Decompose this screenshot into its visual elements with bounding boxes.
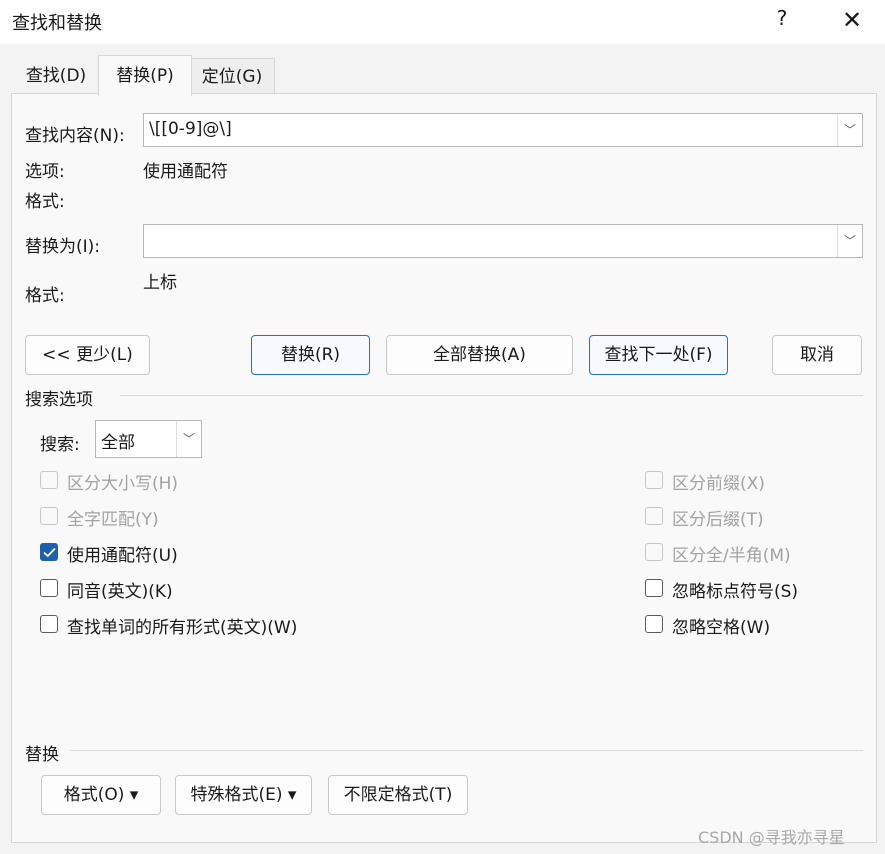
less-button[interactable]: << 更少(L) <box>25 335 150 375</box>
replace-button[interactable]: 替换(R) <box>251 335 370 375</box>
checkbox-box[interactable] <box>645 471 663 489</box>
search-direction-label: 搜索: <box>40 435 80 455</box>
find-next-button[interactable]: 查找下一处(F) <box>589 335 728 375</box>
replace-with-label: 替换为(I): <box>25 237 101 257</box>
chevron-down-icon[interactable]: ﹀ <box>837 225 862 257</box>
all-word-forms-label: 查找单词的所有形式(英文)(W) <box>67 618 298 638</box>
chevron-down-icon[interactable]: ﹀ <box>837 114 862 146</box>
match-case-label: 区分大小写(H) <box>67 474 179 494</box>
tab-replace[interactable]: 替换(P) <box>98 55 192 96</box>
help-button[interactable]: ? <box>770 6 794 34</box>
find-format-label: 格式: <box>25 192 65 212</box>
replace-panel: 查找内容(N): \[[0-9]@\] ﹀ 选项: 使用通配符 格式: 替换为(… <box>11 93 877 843</box>
title-bar: 查找和替换 ? ✕ <box>0 0 885 44</box>
find-what-label: 查找内容(N): <box>25 126 125 146</box>
use-wildcards-label: 使用通配符(U) <box>67 546 178 566</box>
match-suffix-label: 区分后缀(T) <box>672 510 764 530</box>
sounds-like-label: 同音(英文)(K) <box>67 582 173 602</box>
match-width-label: 区分全/半角(M) <box>672 546 791 566</box>
watermark: CSDN @寻我亦寻星 <box>698 828 845 847</box>
checkmark-icon <box>43 547 56 558</box>
checkbox-box[interactable] <box>645 507 663 525</box>
replace-all-button[interactable]: 全部替换(A) <box>386 335 573 375</box>
format-dropdown-button[interactable]: 格式(O) ▾ <box>41 775 161 815</box>
chevron-down-icon[interactable]: ﹀ <box>176 421 201 457</box>
close-button[interactable]: ✕ <box>838 6 866 34</box>
find-replace-dialog: 查找和替换 ? ✕ 查找(D) 替换(P) 定位(G) 查找内容(N): \[[… <box>0 0 885 854</box>
replace-format-label: 格式: <box>25 286 65 306</box>
replace-format-value: 上标 <box>143 273 177 293</box>
find-what-input[interactable]: \[[0-9]@\] <box>149 119 232 139</box>
find-options-label: 选项: <box>25 162 65 182</box>
checkbox-box[interactable] <box>645 543 663 561</box>
checkbox-box[interactable] <box>645 615 663 633</box>
checkbox-box[interactable] <box>40 615 58 633</box>
tab-goto[interactable]: 定位(G) <box>190 58 275 93</box>
find-what-combo[interactable]: \[[0-9]@\] ﹀ <box>143 113 863 147</box>
tab-find[interactable]: 查找(D) <box>14 58 98 92</box>
replace-section-title: 替换 <box>25 745 59 765</box>
special-format-dropdown-button[interactable]: 特殊格式(E) ▾ <box>175 775 312 815</box>
replace-section-divider <box>70 750 863 751</box>
checkbox-box[interactable] <box>645 579 663 597</box>
whole-word-label: 全字匹配(Y) <box>67 510 159 530</box>
search-direction-value[interactable]: 全部 <box>101 428 135 453</box>
search-options-title: 搜索选项 <box>25 390 93 410</box>
checkbox-box[interactable] <box>40 471 58 489</box>
checkbox-box[interactable] <box>40 579 58 597</box>
ignore-punctuation-label: 忽略标点符号(S) <box>672 582 799 602</box>
checkbox-box[interactable] <box>40 543 58 561</box>
replace-with-combo[interactable]: ﹀ <box>143 224 863 258</box>
dialog-title: 查找和替换 <box>12 13 102 34</box>
search-options-divider <box>120 395 863 396</box>
cancel-button[interactable]: 取消 <box>772 335 862 375</box>
no-formatting-button[interactable]: 不限定格式(T) <box>328 775 468 815</box>
checkbox-box[interactable] <box>40 507 58 525</box>
match-prefix-label: 区分前缀(X) <box>672 474 765 494</box>
find-options-value: 使用通配符 <box>143 162 228 182</box>
search-direction-select[interactable]: 全部 ﹀ <box>95 420 202 458</box>
ignore-whitespace-label: 忽略空格(W) <box>672 618 771 638</box>
